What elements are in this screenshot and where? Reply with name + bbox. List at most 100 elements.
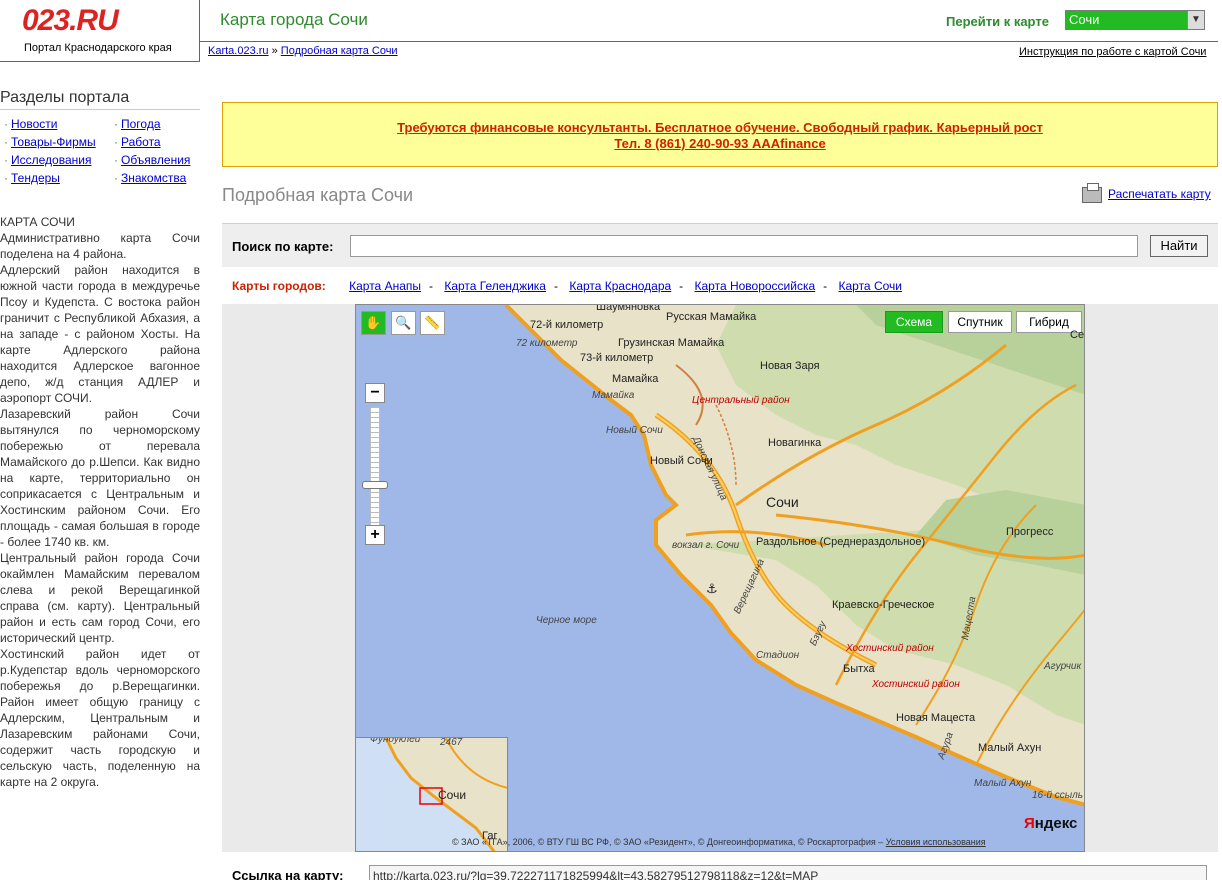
magnifier-icon: 🔍: [395, 315, 412, 330]
breadcrumb-home-link[interactable]: Karta.023.ru: [208, 45, 269, 57]
city-maps-nav: Карты городов: Карта Анапы - Карта Геленд…: [232, 279, 902, 293]
page-title: Карта города Сочи: [220, 10, 368, 29]
zoom-slider-track[interactable]: [370, 407, 380, 529]
goto-map-select[interactable]: Сочи ▼: [1065, 10, 1205, 30]
bullet-icon: ·: [4, 135, 8, 149]
bullet-icon: ·: [4, 153, 8, 167]
city-map-link-krasnodar[interactable]: Карта Краснодара: [569, 279, 671, 293]
city-map-link-novorossiysk[interactable]: Карта Новороссийска: [695, 279, 816, 293]
breadcrumb-current-link[interactable]: Подробная карта Сочи: [281, 45, 398, 57]
sidebar-item-weather[interactable]: · Погода: [114, 117, 161, 131]
map-type-satellite[interactable]: Спутник: [948, 311, 1012, 333]
map-label: Центральный район: [692, 395, 790, 406]
bullet-icon: ·: [4, 171, 8, 185]
about-paragraph: Лазаревский район Сочи вытянулся по черн…: [0, 407, 200, 549]
map-link-field[interactable]: http://karta.023.ru/?lg=39.7222711718259…: [369, 865, 1207, 880]
sidebar-item-goods[interactable]: · Товары-Фирмы: [4, 135, 96, 149]
map-label: Мамайка: [592, 390, 635, 401]
about-paragraph: Центральный район города Сочи окаймлен М…: [0, 551, 200, 645]
map-label: Новагинка: [768, 437, 822, 449]
site-logo[interactable]: 023.RU: [22, 4, 119, 38]
city-sep: -: [823, 279, 828, 293]
city-sep: -: [429, 279, 433, 293]
map-label: Новый Сочи: [650, 455, 713, 467]
sidebar-link[interactable]: Товары-Фирмы: [11, 135, 96, 149]
map-label: Прогресс: [1006, 526, 1054, 538]
map-label: Бытха: [843, 663, 875, 675]
bullet-icon: ·: [114, 153, 118, 167]
map-label: вокзал г. Сочи: [672, 540, 740, 551]
logo-box: 023.RU Портал Краснодарского края: [0, 0, 200, 62]
city-map-link-sochi[interactable]: Карта Сочи: [839, 279, 902, 293]
map-label: Новая Заря: [760, 360, 820, 372]
sidebar-item-ads[interactable]: · Объявления: [114, 153, 190, 167]
logo-subtitle: Портал Краснодарского края: [24, 42, 172, 54]
yandex-logo[interactable]: Яндекс: [1024, 815, 1077, 832]
ad-banner-line-1[interactable]: Требуются финансовые консультанты. Беспл…: [223, 120, 1217, 136]
map-help-link[interactable]: Инструкция по работе с картой Сочи: [1019, 46, 1206, 58]
map-label: Се: [1070, 329, 1085, 341]
map-search-input[interactable]: [350, 235, 1138, 257]
hand-pan-tool[interactable]: ✋: [361, 311, 386, 335]
goto-map-selected-value: Сочи: [1069, 12, 1100, 27]
zoom-area-tool[interactable]: 🔍: [391, 311, 416, 335]
print-map[interactable]: Распечатать карту: [1082, 183, 1211, 203]
map-overview-minimap[interactable]: Фундуклей 2467 Сочи Гаг: [356, 737, 508, 851]
map-viewport[interactable]: ✋ 🔍 📏 Схема Спутник Гибрид − + Шаумяновк…: [355, 304, 1085, 852]
city-sep: -: [679, 279, 684, 293]
map-label: Черное море: [536, 615, 597, 626]
ad-banner: Требуются финансовые консультанты. Беспл…: [222, 102, 1218, 167]
map-label: Новая Мацеста: [896, 712, 976, 724]
map-label: Краевско-Греческое: [832, 599, 935, 611]
hand-icon: ✋: [365, 315, 382, 330]
map-label: Грузинская Мамайка: [618, 337, 725, 349]
sidebar-link[interactable]: Исследования: [11, 153, 91, 167]
bullet-icon: ·: [114, 135, 118, 149]
sidebar-item-jobs[interactable]: · Работа: [114, 135, 161, 149]
ruler-tool[interactable]: 📏: [420, 311, 445, 335]
map-label: Раздольное (Среднераздольное): [756, 536, 926, 548]
city-map-link-anapa[interactable]: Карта Анапы: [349, 279, 421, 293]
chevron-down-icon[interactable]: ▼: [1187, 11, 1204, 29]
map-label: 73-й километр: [580, 352, 654, 364]
city-sep: -: [553, 279, 558, 293]
zoom-out-button[interactable]: −: [365, 383, 385, 403]
sidebar-title: Разделы портала: [0, 89, 200, 110]
sidebar-item-research[interactable]: · Исследования: [4, 153, 91, 167]
breadcrumb: Karta.023.ru » Подробная карта Сочи: [208, 45, 398, 57]
goto-map-label: Перейти к карте: [946, 14, 1049, 29]
zoom-in-button[interactable]: +: [365, 525, 385, 545]
map-terms-link[interactable]: Условия использования: [886, 837, 986, 847]
map-type-scheme[interactable]: Схема: [885, 311, 943, 333]
print-map-link[interactable]: Распечатать карту: [1108, 187, 1211, 201]
sidebar-link[interactable]: Новости: [11, 117, 57, 131]
sidebar-item-news[interactable]: · Новости: [4, 117, 57, 131]
zoom-slider-handle[interactable]: [362, 481, 388, 489]
map-label: 72 километр: [516, 338, 578, 349]
bullet-icon: ·: [4, 117, 8, 131]
ad-banner-line-2[interactable]: Тел. 8 (861) 240-90-93 AAAfinance: [223, 136, 1217, 152]
map-search-label: Поиск по карте:: [232, 239, 334, 254]
map-label: Хостинский район: [846, 643, 934, 654]
sidebar-item-dating[interactable]: · Знакомства: [114, 171, 186, 185]
copyright-text: © ЗАО «ТГА», 2006, © ВТУ ГШ ВС РФ, © ЗАО…: [452, 837, 884, 847]
map-label: Стадион: [756, 650, 800, 661]
about-paragraph: Административно карта Сочи поделена на 4…: [0, 231, 200, 261]
map-search-bar: Поиск по карте: Найти: [222, 223, 1218, 267]
sidebar-link[interactable]: Знакомства: [121, 171, 186, 185]
sidebar-link[interactable]: Тендеры: [11, 171, 60, 185]
sidebar-link[interactable]: Работа: [121, 135, 161, 149]
minimap-label: Фундуклей: [370, 737, 421, 745]
about-paragraph: Адлерский район находится в южной части …: [0, 263, 200, 405]
sidebar-link[interactable]: Погода: [121, 117, 161, 131]
map-label: Новый Сочи: [606, 425, 663, 436]
sidebar-item-tenders[interactable]: · Тендеры: [4, 171, 60, 185]
about-paragraph: Хостинский район идет от р.Кудепстар вдо…: [0, 647, 200, 789]
minimap-label: 2467: [440, 737, 463, 748]
printer-icon[interactable]: [1082, 183, 1102, 203]
map-search-button[interactable]: Найти: [1150, 235, 1208, 257]
about-sochi-text: КАРТА СОЧИ Административно карта Сочи по…: [0, 214, 200, 790]
city-map-link-gelendzhik[interactable]: Карта Геленджика: [444, 279, 546, 293]
sidebar-link[interactable]: Объявления: [121, 153, 190, 167]
bullet-icon: ·: [114, 171, 118, 185]
